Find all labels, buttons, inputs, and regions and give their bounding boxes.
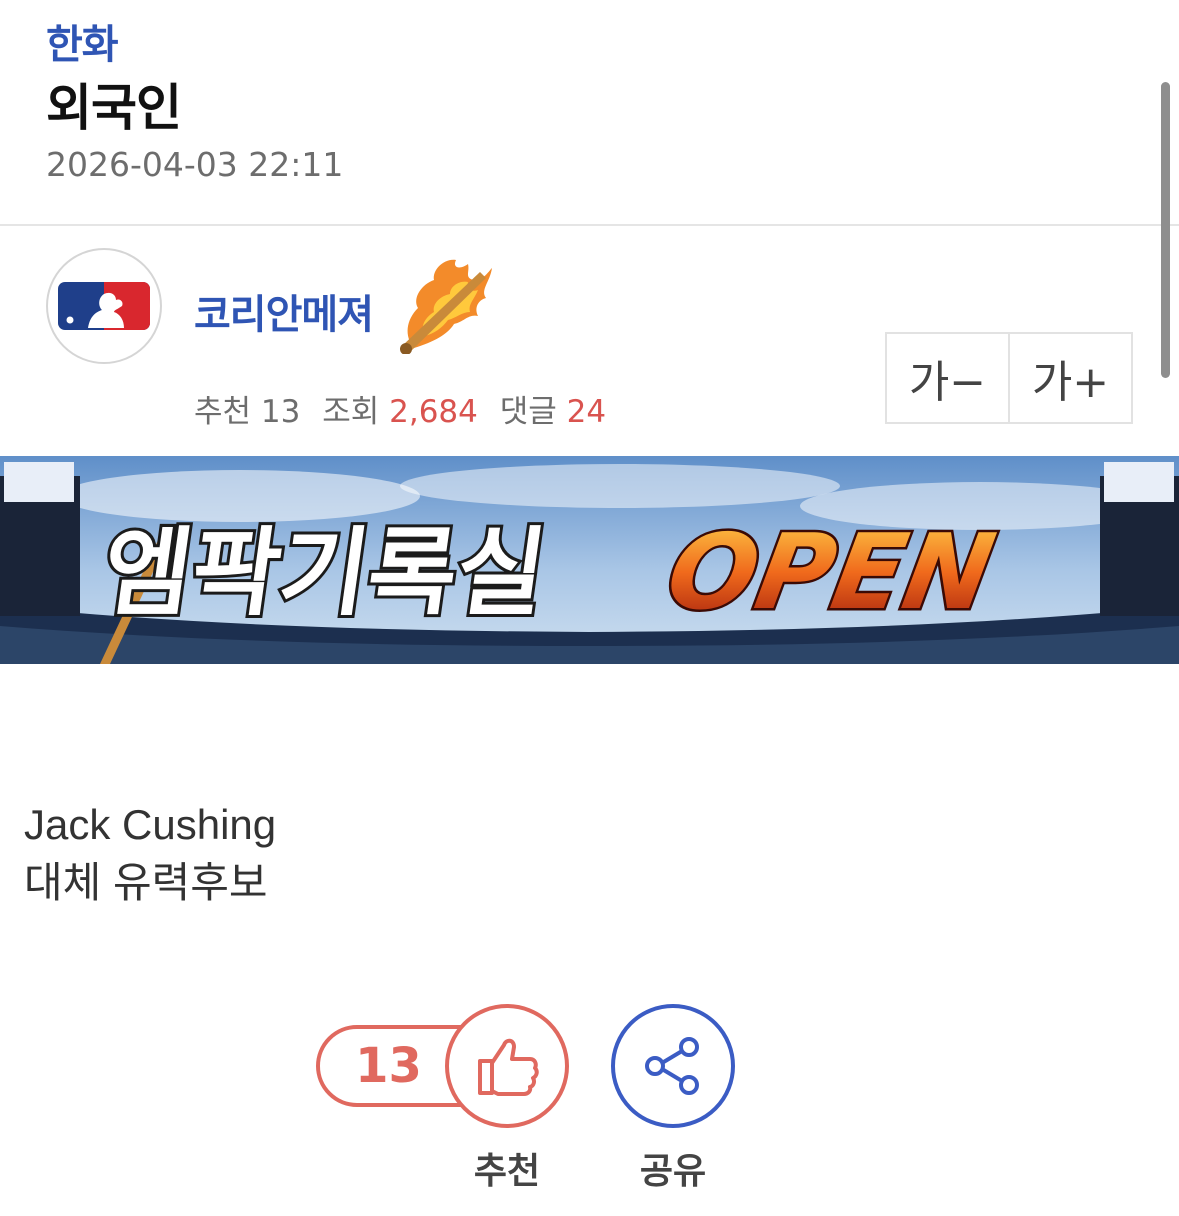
recommend-button[interactable] [445, 1004, 569, 1128]
scrollbar[interactable] [1161, 82, 1170, 378]
post-content: Jack Cushing 대체 유력후보 [24, 796, 276, 912]
recommend-stat-label: 추천 [194, 394, 252, 430]
font-increase-button[interactable]: 가+ [1008, 334, 1131, 422]
post-date: 2026-04-03 22:11 [46, 145, 344, 184]
recommend-stat-count: 13 [260, 394, 301, 430]
post-stats: 추천 13 조회 2,684 댓글 24 [194, 386, 606, 431]
promo-banner[interactable]: 엠팍기록실 OPEN [0, 456, 1179, 664]
mlb-logo-icon [58, 282, 150, 330]
author-nickname[interactable]: 코리안메져 [194, 282, 374, 340]
views-stat-label: 조회 [322, 394, 380, 430]
font-size-control: 가− 가+ [885, 332, 1133, 424]
header-divider [0, 224, 1179, 226]
comments-stat-label: 댓글 [499, 394, 557, 430]
banner-artwork: 엠팍기록실 OPEN [0, 456, 1179, 664]
banner-korean-text: 엠팍기록실 [96, 516, 553, 628]
share-button[interactable] [611, 1004, 735, 1128]
recommend-count: 13 [355, 1038, 422, 1094]
thumbs-up-icon [478, 1038, 539, 1096]
content-line: 대체 유력후보 [24, 859, 268, 906]
views-stat-count: 2,684 [389, 394, 478, 430]
author-avatar[interactable] [46, 248, 162, 364]
comments-stat-count[interactable]: 24 [567, 394, 606, 430]
content-line: Jack Cushing [24, 801, 277, 848]
recommend-label[interactable]: 추천 [445, 1142, 569, 1194]
post-category[interactable]: 한화 [46, 12, 119, 70]
share-label[interactable]: 공유 [611, 1142, 735, 1194]
share-icon [645, 1037, 699, 1095]
font-decrease-button[interactable]: 가− [887, 334, 1008, 422]
banner-open-text: OPEN [659, 512, 1003, 633]
flaming-bat-icon [400, 259, 492, 354]
post-view: 한화 외국인 2026-04-03 22:11 코리안메져 추천 13 조회 2… [0, 0, 1179, 1216]
post-title: 외국인 [46, 79, 182, 137]
